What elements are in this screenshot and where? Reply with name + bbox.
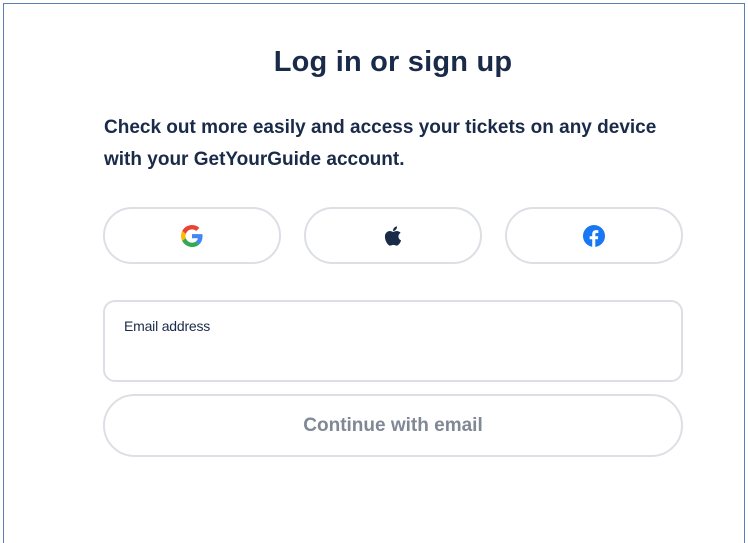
facebook-login-button[interactable] (505, 207, 683, 264)
social-login-row (103, 207, 683, 265)
login-dialog: Log in or sign up Check out more easily … (3, 3, 745, 543)
apple-icon (383, 225, 403, 247)
email-field-label: Email address (124, 318, 211, 334)
email-field[interactable]: Email address (103, 300, 683, 382)
google-icon (181, 224, 203, 247)
dialog-subtitle: Check out more easily and access your ti… (104, 117, 657, 170)
email-input[interactable] (124, 342, 660, 368)
continue-with-email-button[interactable]: Continue with email (103, 394, 683, 457)
facebook-icon (583, 224, 605, 247)
dialog-title: Log in or sign up (273, 46, 513, 78)
apple-login-button[interactable] (304, 207, 482, 264)
google-login-button[interactable] (103, 207, 281, 264)
